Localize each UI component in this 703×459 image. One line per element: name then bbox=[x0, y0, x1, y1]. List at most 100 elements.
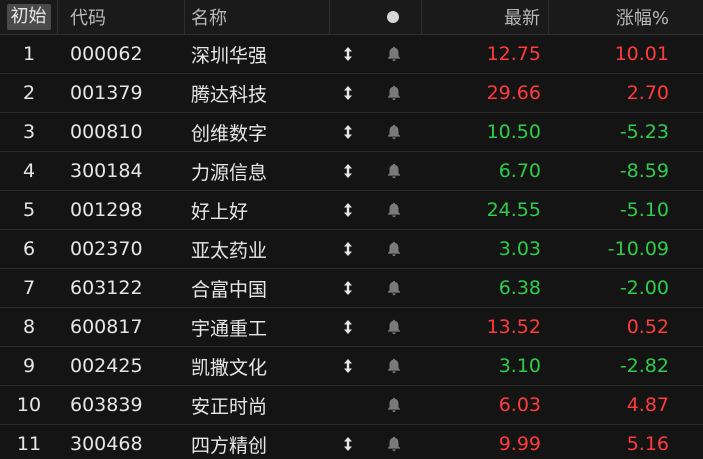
change-percent: -5.23 bbox=[619, 121, 669, 143]
latest-price: 3.10 bbox=[498, 355, 541, 377]
sort-handle[interactable] bbox=[330, 74, 365, 112]
stock-name: 腾达科技 bbox=[191, 83, 268, 106]
dot-icon[interactable] bbox=[387, 11, 399, 23]
row-index: 3 bbox=[22, 121, 36, 143]
latest-price: 9.99 bbox=[498, 433, 541, 455]
sort-handle[interactable] bbox=[330, 152, 365, 190]
row-index: 1 bbox=[22, 43, 36, 65]
latest-price: 12.75 bbox=[486, 43, 541, 65]
bell-icon[interactable] bbox=[387, 241, 401, 257]
latest-price: 3.03 bbox=[498, 238, 541, 260]
latest-price: 6.03 bbox=[498, 394, 541, 416]
table-row[interactable]: 11 300468 四方精创 9.99 5.16 bbox=[0, 425, 703, 459]
alert-cell[interactable] bbox=[365, 191, 422, 229]
stock-code: 300184 bbox=[70, 160, 143, 182]
change-percent: -8.59 bbox=[619, 160, 669, 182]
alert-cell[interactable] bbox=[365, 152, 422, 190]
alert-cell[interactable] bbox=[365, 308, 422, 346]
sort-handle[interactable] bbox=[330, 35, 365, 73]
bell-icon[interactable] bbox=[387, 358, 401, 374]
up-down-arrow-icon[interactable] bbox=[343, 203, 353, 217]
stock-code: 000810 bbox=[70, 121, 143, 143]
table-row[interactable]: 3 000810 创维数字 10.50 -5.23 bbox=[0, 113, 703, 152]
latest-price: 29.66 bbox=[486, 82, 541, 104]
latest-price: 6.70 bbox=[498, 160, 541, 182]
table-row[interactable]: 4 300184 力源信息 6.70 -8.59 bbox=[0, 152, 703, 191]
up-down-arrow-icon[interactable] bbox=[343, 86, 353, 100]
table-header: 初始 代码 名称 最新 涨幅% bbox=[0, 0, 703, 35]
up-down-arrow-icon[interactable] bbox=[343, 320, 353, 334]
stock-code: 603122 bbox=[70, 277, 143, 299]
sort-handle[interactable] bbox=[330, 269, 365, 307]
change-percent: 2.70 bbox=[626, 82, 669, 104]
table-row[interactable]: 9 002425 凯撒文化 3.10 -2.82 bbox=[0, 347, 703, 386]
change-percent: 5.16 bbox=[626, 433, 669, 455]
table-row[interactable]: 8 600817 宇通重工 13.52 0.52 bbox=[0, 308, 703, 347]
change-percent: -2.82 bbox=[619, 355, 669, 377]
name-column-header[interactable]: 名称 bbox=[185, 0, 330, 34]
reset-column-header[interactable]: 初始 bbox=[0, 0, 58, 34]
table-row[interactable]: 2 001379 腾达科技 29.66 2.70 bbox=[0, 74, 703, 113]
alert-column-header[interactable] bbox=[365, 0, 422, 34]
bell-icon[interactable] bbox=[387, 46, 401, 62]
up-down-arrow-icon[interactable] bbox=[343, 125, 353, 139]
sort-handle[interactable] bbox=[330, 347, 365, 385]
sort-handle[interactable] bbox=[330, 308, 365, 346]
change-percent: 0.52 bbox=[626, 316, 669, 338]
bell-icon[interactable] bbox=[387, 163, 401, 179]
row-index: 9 bbox=[22, 355, 36, 377]
table-row[interactable]: 10 603839 安正时尚 6.03 4.87 bbox=[0, 386, 703, 425]
bell-icon[interactable] bbox=[387, 319, 401, 335]
bell-icon[interactable] bbox=[387, 280, 401, 296]
code-column-header[interactable]: 代码 bbox=[58, 0, 185, 34]
stock-name: 凯撒文化 bbox=[191, 356, 268, 379]
sort-handle[interactable] bbox=[330, 191, 365, 229]
stock-code: 000062 bbox=[70, 43, 143, 65]
stock-name: 力源信息 bbox=[191, 161, 268, 184]
bell-icon[interactable] bbox=[387, 202, 401, 218]
alert-cell[interactable] bbox=[365, 386, 422, 424]
price-column-header[interactable]: 最新 bbox=[422, 0, 549, 34]
row-index: 6 bbox=[22, 238, 36, 260]
row-index: 8 bbox=[22, 316, 36, 338]
change-percent: 4.87 bbox=[626, 394, 669, 416]
alert-cell[interactable] bbox=[365, 230, 422, 268]
stock-code: 600817 bbox=[70, 316, 143, 338]
table-row[interactable]: 1 000062 深圳华强 12.75 10.01 bbox=[0, 35, 703, 74]
alert-cell[interactable] bbox=[365, 425, 422, 459]
up-down-arrow-icon[interactable] bbox=[343, 242, 353, 256]
bell-icon[interactable] bbox=[387, 397, 401, 413]
bell-icon[interactable] bbox=[387, 85, 401, 101]
stock-name: 合富中国 bbox=[191, 278, 268, 301]
alert-cell[interactable] bbox=[365, 113, 422, 151]
up-down-arrow-icon[interactable] bbox=[343, 47, 353, 61]
change-percent: -5.10 bbox=[619, 199, 669, 221]
row-index: 5 bbox=[22, 199, 36, 221]
table-row[interactable]: 6 002370 亚太药业 3.03 -10.09 bbox=[0, 230, 703, 269]
up-down-arrow-icon[interactable] bbox=[343, 359, 353, 373]
up-down-arrow-icon[interactable] bbox=[343, 164, 353, 178]
stock-name: 亚太药业 bbox=[191, 239, 268, 262]
stock-name: 安正时尚 bbox=[191, 395, 268, 418]
bell-icon[interactable] bbox=[387, 436, 401, 452]
sort-handle[interactable] bbox=[330, 230, 365, 268]
alert-cell[interactable] bbox=[365, 347, 422, 385]
alert-cell[interactable] bbox=[365, 74, 422, 112]
table-row[interactable]: 5 001298 好上好 24.55 -5.10 bbox=[0, 191, 703, 230]
up-down-arrow-icon[interactable] bbox=[343, 281, 353, 295]
latest-price: 10.50 bbox=[486, 121, 541, 143]
sort-handle[interactable] bbox=[330, 113, 365, 151]
bell-icon[interactable] bbox=[387, 124, 401, 140]
alert-cell[interactable] bbox=[365, 269, 422, 307]
sort-handle[interactable] bbox=[330, 425, 365, 459]
reset-button[interactable]: 初始 bbox=[6, 4, 51, 30]
table-row[interactable]: 7 603122 合富中国 6.38 -2.00 bbox=[0, 269, 703, 308]
table-body: 1 000062 深圳华强 12.75 10.01 2 001379 腾达科技 29.66 2.7… bbox=[0, 35, 703, 459]
latest-price: 24.55 bbox=[486, 199, 541, 221]
stock-code: 001379 bbox=[70, 82, 143, 104]
change-column-header[interactable]: 涨幅% bbox=[549, 0, 703, 34]
latest-price: 13.52 bbox=[486, 316, 541, 338]
up-down-arrow-icon[interactable] bbox=[343, 437, 353, 451]
alert-cell[interactable] bbox=[365, 35, 422, 73]
stock-name: 深圳华强 bbox=[191, 44, 268, 67]
